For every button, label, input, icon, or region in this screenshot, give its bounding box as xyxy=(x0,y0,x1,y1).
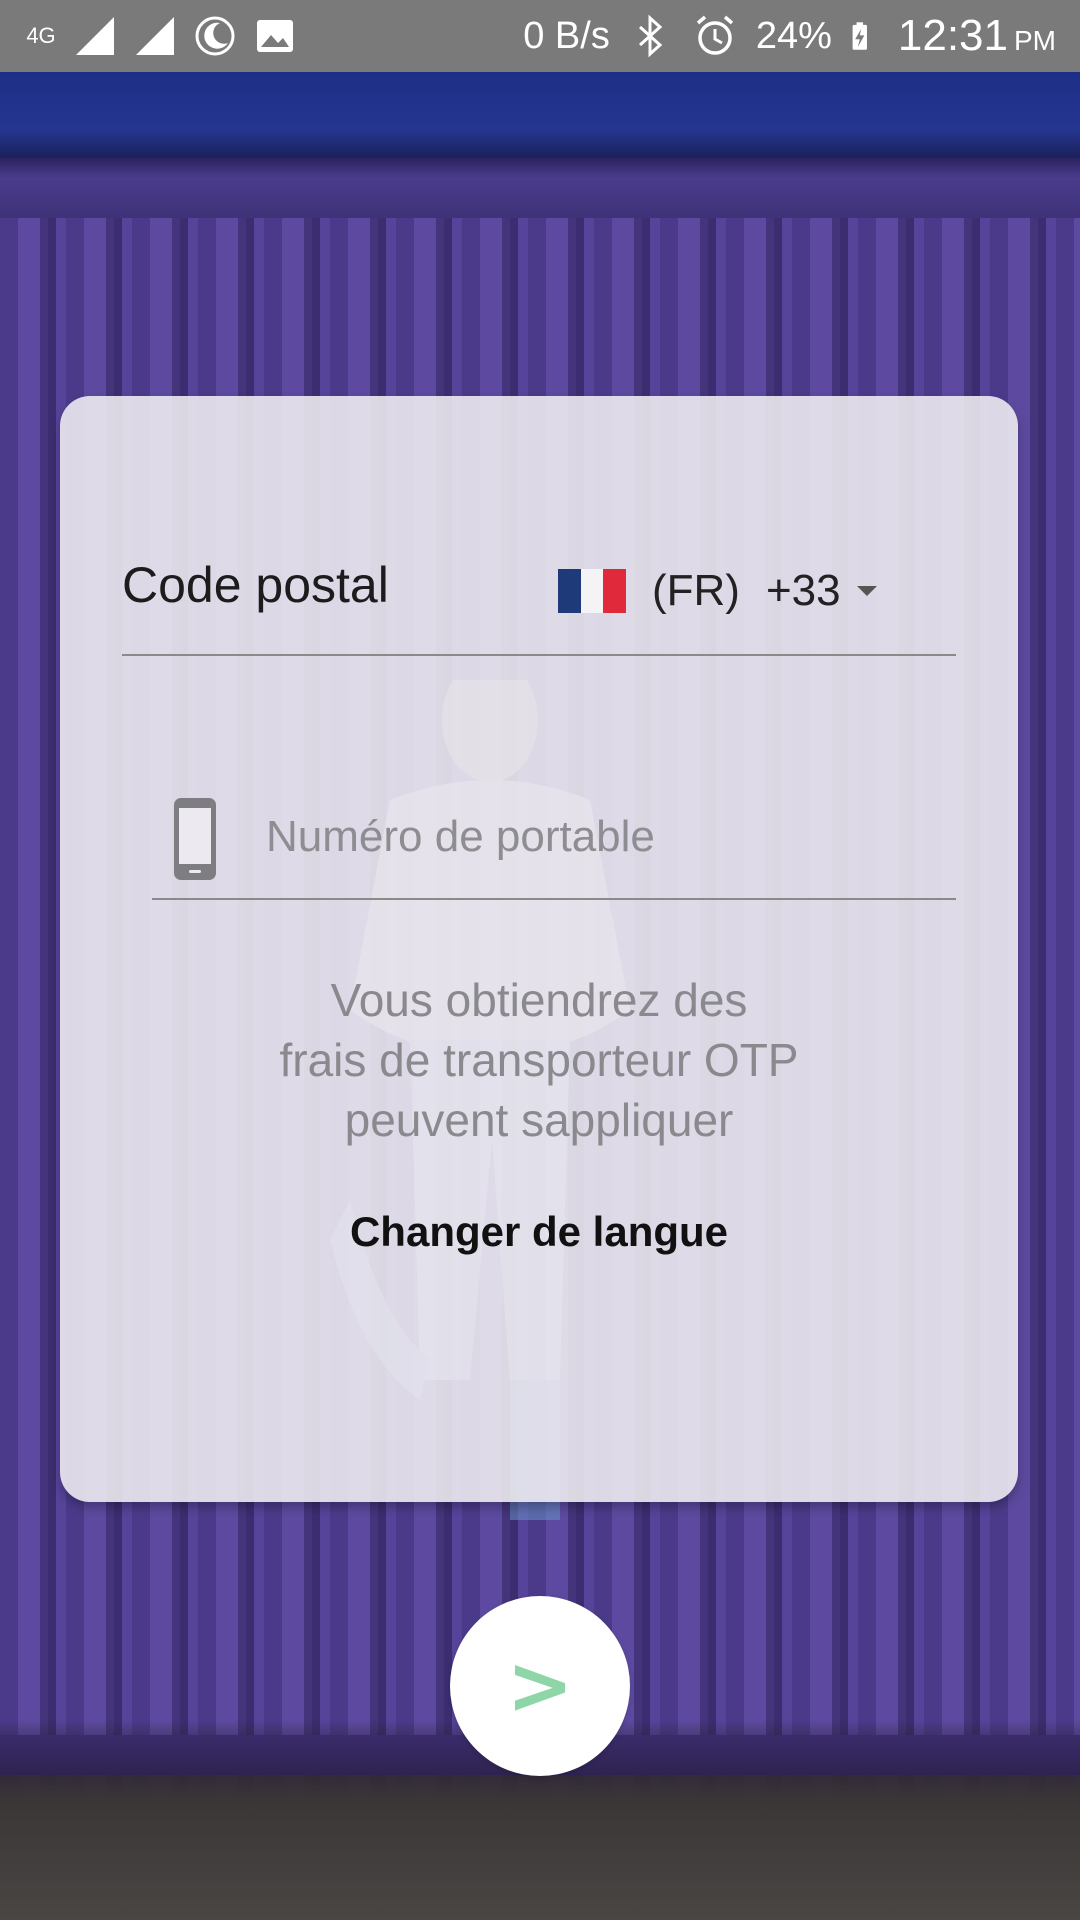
night-mode-icon xyxy=(195,16,235,56)
login-screen: 4G R 0 B/s 24% 12:31 PM Code postal (FR)… xyxy=(0,0,1080,1920)
country-code-picker[interactable]: (FR) +33 xyxy=(558,546,877,636)
phone-number-row xyxy=(152,766,956,900)
signal-sim1-icon xyxy=(76,17,114,55)
network-speed: 0 B/s xyxy=(523,14,610,57)
battery-charging-icon xyxy=(852,22,867,50)
phone-number-input[interactable] xyxy=(266,802,926,872)
status-bar: 4G R 0 B/s 24% 12:31 PM xyxy=(0,0,1080,72)
country-code: (FR) xyxy=(652,566,740,615)
mobile-phone-icon xyxy=(174,798,216,880)
change-language-link[interactable]: Changer de langue xyxy=(122,1208,956,1256)
network-type: 4G xyxy=(26,23,56,48)
next-button[interactable]: > xyxy=(450,1596,630,1776)
clock-time: 12:31 xyxy=(897,11,1008,60)
background-ledge xyxy=(0,158,1080,218)
otp-info-text: Vous obtiendrez des frais de transporteu… xyxy=(279,974,799,1146)
next-arrow-icon: > xyxy=(506,1639,574,1732)
image-icon xyxy=(257,20,293,52)
dial-code: +33 xyxy=(765,566,841,615)
battery-percent: 24% xyxy=(755,14,832,57)
postal-code-row: Code postal (FR) +33 xyxy=(122,546,956,656)
alarm-icon xyxy=(696,15,733,55)
login-card: Code postal (FR) +33 Vous obtiendrez des… xyxy=(60,396,1018,1502)
postal-code-label: Code postal xyxy=(122,557,389,613)
clock-ampm: PM xyxy=(1014,25,1056,56)
svg-text:R: R xyxy=(134,18,146,35)
signal-sim2-roaming-icon: R xyxy=(134,17,174,55)
france-flag-icon xyxy=(558,569,627,613)
background-sky xyxy=(0,70,1080,160)
bluetooth-icon xyxy=(638,14,663,58)
dropdown-arrow-icon xyxy=(856,586,877,596)
